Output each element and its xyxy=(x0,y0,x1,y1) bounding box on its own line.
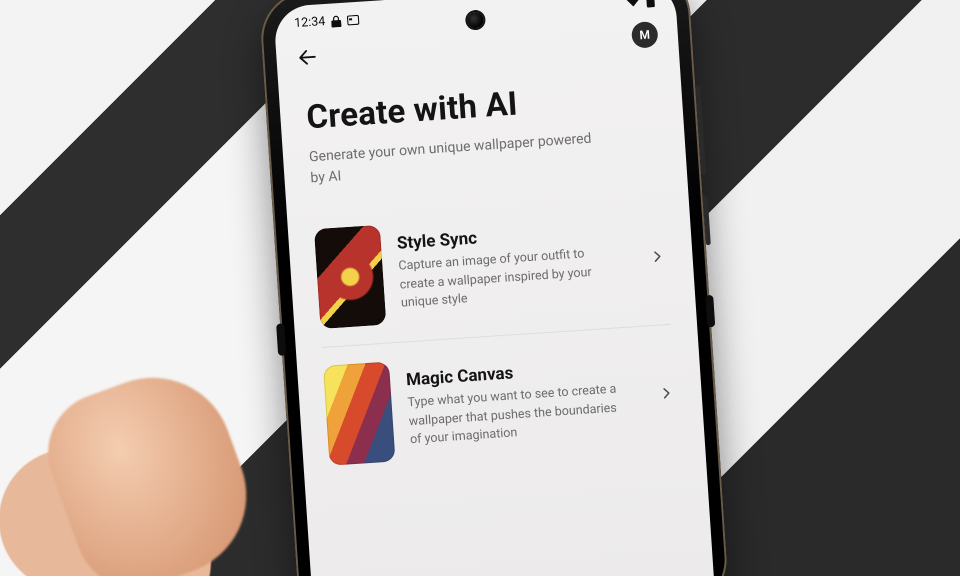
option-desc: Type what you want to see to create a wa… xyxy=(407,380,620,450)
hinge-notch xyxy=(276,323,286,355)
power-button xyxy=(703,195,711,245)
status-time: 12:34 xyxy=(294,14,326,31)
page-subtitle: Generate your own unique wallpaper power… xyxy=(308,128,610,190)
lock-icon xyxy=(331,14,342,27)
photo-background: 12:34 M Create with AI Generate xyxy=(0,0,960,576)
hand-thumb xyxy=(31,355,269,576)
chevron-right-icon xyxy=(648,247,667,266)
style-sync-thumbnail xyxy=(314,225,386,329)
wifi-icon xyxy=(625,0,641,7)
hinge-notch xyxy=(705,295,715,327)
back-button[interactable] xyxy=(296,46,319,69)
battery-icon xyxy=(645,0,656,7)
chevron-right-icon xyxy=(657,384,676,403)
phone-device: 12:34 M Create with AI Generate xyxy=(258,0,729,576)
profile-avatar[interactable]: M xyxy=(631,21,659,49)
option-magic-canvas[interactable]: Magic Canvas Type what you want to see t… xyxy=(322,324,680,484)
option-desc: Capture an image of your outfit to creat… xyxy=(398,244,611,314)
option-style-sync[interactable]: Style Sync Capture an image of your outf… xyxy=(313,188,671,347)
volume-buttons xyxy=(695,85,706,175)
main-content: Create with AI Generate your own unique … xyxy=(278,52,706,486)
card-icon xyxy=(347,14,360,25)
magic-canvas-thumbnail xyxy=(323,362,395,466)
phone-screen: 12:34 M Create with AI Generate xyxy=(273,0,716,576)
avatar-letter: M xyxy=(639,28,650,43)
